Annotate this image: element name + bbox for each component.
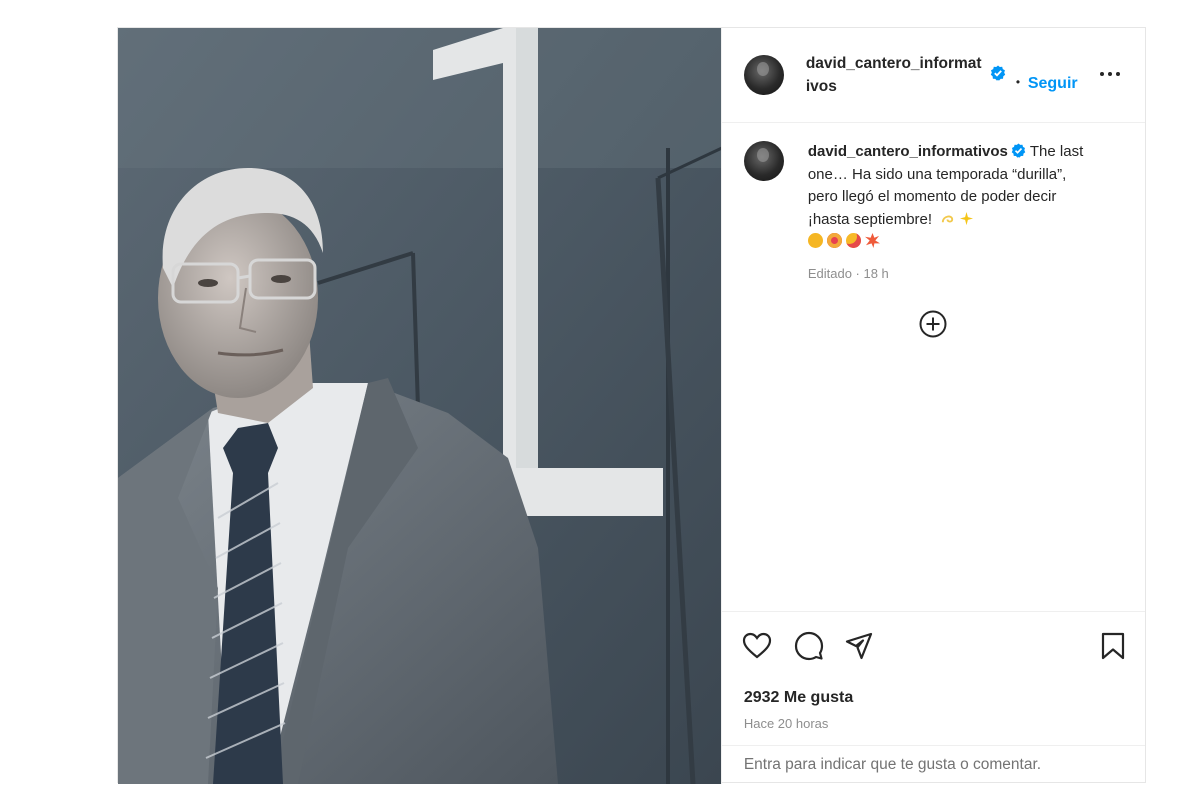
caption-time: 18 h [863, 265, 889, 281]
caption-author-avatar[interactable] [743, 141, 784, 181]
separator-dot: • [1015, 75, 1021, 89]
collision-emoji-icon [864, 233, 880, 248]
comment-input[interactable] [743, 756, 1123, 774]
post-photo-image [118, 28, 721, 784]
sparkles-emoji-icon [960, 211, 974, 225]
comments-area: david_cantero_informativos The last one…… [722, 123, 1145, 611]
post-header: david_cantero_informativos • Seguir [721, 28, 1145, 123]
share-icon[interactable] [844, 631, 874, 661]
dizzy-emoji-icon [942, 215, 954, 222]
follow-button[interactable]: Seguir [1028, 75, 1078, 93]
post-stats: 2932 Me gusta Hace 20 horas [722, 689, 1145, 745]
grin-emoji-icon [807, 233, 823, 248]
add-comment-icon[interactable] [918, 309, 948, 339]
action-bar [721, 611, 1145, 689]
author-avatar[interactable] [743, 55, 784, 95]
zany-face-emoji-icon [845, 233, 861, 248]
likes-count[interactable]: 2932 Me gusta [744, 689, 853, 707]
instagram-post: david_cantero_informativos • Seguir davi… [117, 27, 1146, 784]
heart-eyes-emoji-icon [826, 233, 842, 248]
caption: david_cantero_informativos The last one…… [743, 141, 1123, 285]
verified-badge-icon [1011, 143, 1026, 158]
post-photo[interactable] [118, 28, 721, 784]
verified-badge-icon [990, 65, 1006, 81]
edited-label: Editado [807, 265, 852, 281]
caption-body: david_cantero_informativos The last one…… [807, 141, 1098, 285]
post-sidebar: david_cantero_informativos • Seguir davi… [720, 28, 1145, 784]
author-username[interactable]: david_cantero_informativos [806, 52, 982, 98]
caption-meta: Editado · 18 h [807, 265, 889, 281]
comment-input-row [721, 745, 1145, 784]
more-options-icon[interactable] [1098, 66, 1122, 82]
comment-icon[interactable] [794, 631, 824, 661]
caption-username[interactable]: david_cantero_informativos [808, 143, 1008, 160]
post-timestamp[interactable]: Hace 20 horas [744, 716, 829, 731]
heart-icon[interactable] [742, 631, 772, 661]
bookmark-icon[interactable] [1098, 631, 1128, 661]
